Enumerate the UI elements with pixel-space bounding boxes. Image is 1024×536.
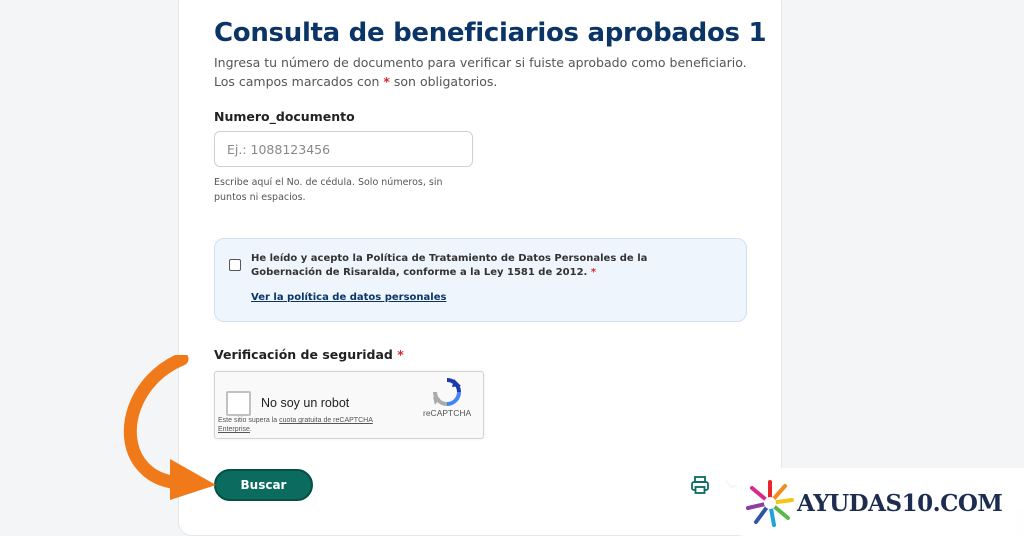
instructions-text: Los campos marcados con — [214, 74, 384, 89]
recaptcha-logo-icon — [433, 378, 461, 406]
security-label-text: Verificación de seguridad — [214, 347, 393, 362]
form-instructions: Ingresa tu número de documento para veri… — [214, 53, 754, 91]
instructions-line-2: Los campos marcados con * son obligatori… — [214, 72, 754, 91]
policy-consent-box — [214, 238, 747, 322]
printer-icon[interactable] — [690, 475, 710, 495]
instructions-text-end: son obligatorios. — [389, 74, 498, 89]
recaptcha-note: Este sitio supera la cuota gratuita de r… — [218, 416, 388, 434]
security-label: Verificación de seguridad * — [214, 347, 404, 362]
recaptcha-label: No soy un robot — [261, 396, 350, 410]
arrow-annotation-icon — [123, 355, 216, 500]
watermark-text: AYUDAS10.COM — [797, 490, 1003, 517]
document-label: Numero_documento — [214, 109, 355, 124]
instructions-line-1: Ingresa tu número de documento para veri… — [214, 55, 747, 70]
ayudas-logo-icon — [746, 480, 794, 527]
required-asterisk: * — [397, 347, 404, 362]
document-number-input[interactable] — [214, 131, 473, 167]
policy-consent-label: He leído y acepto la Política de Tratami… — [251, 253, 648, 278]
required-asterisk: * — [590, 267, 597, 278]
recaptcha-note-end: . — [249, 426, 252, 433]
policy-consent-text: He leído y acepto la Política de Tratami… — [251, 252, 721, 280]
recaptcha-brand: reCAPTCHA — [423, 408, 472, 418]
page-title: Consulta de beneficiarios aprobados 1 — [214, 18, 767, 48]
privacy-policy-link[interactable]: Ver la política de datos personales — [251, 292, 446, 303]
document-help-text: Escribe aquí el No. de cédula. Solo núme… — [214, 177, 443, 203]
policy-consent-checkbox[interactable] — [229, 259, 241, 271]
